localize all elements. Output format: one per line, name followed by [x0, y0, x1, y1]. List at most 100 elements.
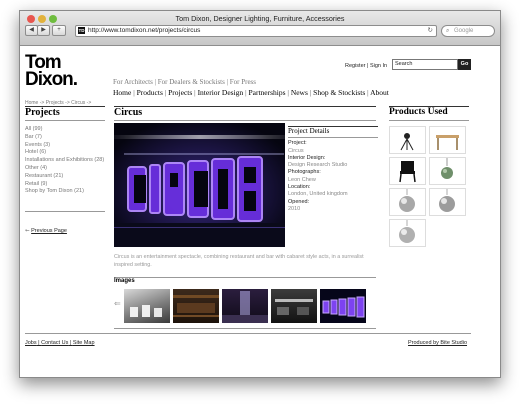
detail-label-photographs: Photographs: [288, 169, 321, 176]
thumbnail-neon-sign-image [322, 296, 365, 318]
main-heading-rule [114, 120, 376, 121]
mirror-ball-icon [399, 220, 415, 243]
nav-news[interactable]: News [291, 88, 308, 97]
product-wooden-table[interactable] [429, 126, 466, 154]
chair-icon [399, 161, 416, 183]
mirror-ball-icon [439, 189, 455, 212]
sign-in-link[interactable]: Sign In [370, 63, 387, 69]
images-top-rule [114, 277, 376, 278]
sidebar-heading: Projects [25, 107, 60, 118]
category-other[interactable]: Other (4) [25, 165, 105, 173]
detail-value-opened: 2010 [288, 205, 301, 212]
products-used-heading: Products Used [389, 107, 448, 117]
nav-interior-design[interactable]: Interior Design [198, 88, 244, 97]
product-mirror-ball-1[interactable] [389, 188, 426, 216]
add-bookmark-button[interactable]: + [52, 25, 66, 36]
product-mirror-ball-2[interactable] [429, 188, 466, 216]
detail-value-project: Circus [288, 147, 304, 154]
tripod-lamp-icon [400, 133, 414, 151]
thumbnail-dining-image [275, 299, 313, 315]
category-restaurant[interactable]: Restaurant (21) [25, 173, 105, 181]
detail-label-project: Project: [288, 140, 307, 147]
main-nav: Home | Products | Projects | Interior De… [113, 88, 389, 97]
category-installations[interactable]: Installations and Exhibitions (28) [25, 157, 105, 165]
images-heading: Images [114, 278, 135, 284]
browser-window: Tom Dixon, Designer Lighting, Furniture,… [19, 10, 501, 378]
web-page: Tom Dixon. Register | Sign In Search Go … [20, 46, 500, 377]
detail-label-interior-design: Interior Design: [288, 154, 326, 161]
search-go-button[interactable]: Go [458, 59, 471, 70]
category-hotel[interactable]: Hotel (6) [25, 149, 105, 157]
project-details-heading: Project Details [288, 127, 330, 135]
nav-partnerships[interactable]: Partnerships [248, 88, 285, 97]
products-heading-rule [389, 120, 469, 121]
sidebar-bottom-rule [25, 211, 105, 212]
register-link[interactable]: Register [345, 63, 365, 69]
detail-value-photographs: Leon Chew [288, 176, 316, 183]
gallery-thumbnail-1[interactable] [124, 289, 170, 323]
hero-project-photo[interactable] [114, 123, 285, 247]
gallery-thumbnail-3[interactable] [222, 289, 268, 323]
nav-for-architects[interactable]: For Architects [113, 78, 153, 86]
main-top-rule [114, 106, 376, 107]
nav-products[interactable]: Products [137, 88, 163, 97]
reload-icon[interactable]: ↻ [428, 26, 433, 36]
browser-search-field[interactable]: ⌕ Google [441, 25, 495, 37]
address-bar[interactable]: TD http://www.tomdixon.net/projects/circ… [75, 25, 437, 37]
product-tripod-lamp[interactable] [389, 126, 426, 154]
account-links: Register | Sign In [345, 63, 388, 69]
nav-shop-stockists[interactable]: Shop & Stockists [313, 88, 365, 97]
image-gallery: ⇐ [114, 287, 376, 325]
detail-label-location: Location: [288, 184, 311, 191]
project-title: Circus [114, 107, 143, 118]
gallery-thumbnail-5[interactable] [320, 289, 366, 323]
footer-sitemap-link[interactable]: Site Map [73, 340, 95, 346]
left-arrow-icon: ⇽ [25, 228, 30, 234]
details-heading-rule [288, 137, 378, 139]
product-mirror-ball-3[interactable] [389, 219, 426, 247]
thumbnail-bar-interior-image [173, 295, 219, 317]
url-text[interactable]: http://www.tomdixon.net/projects/circus [88, 26, 200, 36]
footer-rule [25, 333, 471, 334]
nav-projects[interactable]: Projects [168, 88, 192, 97]
favicon-icon: TD [78, 27, 85, 34]
detail-label-opened: Opened: [288, 198, 310, 205]
project-description: Circus is an entertainment spectacle, co… [114, 254, 364, 268]
previous-page-label: Previous Page [31, 228, 67, 234]
product-black-chair[interactable] [389, 157, 426, 185]
previous-page-link[interactable]: ⇽ Previous Page [25, 228, 67, 234]
product-pendant-lamp[interactable] [429, 157, 466, 185]
logo-line-2: Dixon. [25, 69, 78, 90]
audience-nav: For Architects | For Dealers & Stockists… [113, 78, 257, 86]
footer-jobs-link[interactable]: Jobs [25, 340, 37, 346]
nav-home[interactable]: Home [113, 88, 131, 97]
nav-about[interactable]: About [370, 88, 389, 97]
site-search-input[interactable]: Search [392, 59, 458, 70]
forward-button[interactable]: ▶ [37, 25, 50, 36]
category-shop-by-tom-dixon[interactable]: Shop by Tom Dixon (21) [25, 188, 105, 196]
nav-for-press[interactable]: For Press [230, 78, 256, 86]
details-top-rule [288, 126, 378, 127]
project-category-list: All (99) Bar (7) Events (3) Hotel (6) In… [25, 126, 105, 196]
table-icon [436, 135, 459, 150]
detail-value-interior-design: Design Research Studio [288, 162, 348, 169]
search-icon: ⌕ [446, 28, 450, 34]
category-retail[interactable]: Retail (9) [25, 181, 105, 189]
gallery-thumbnail-4[interactable] [271, 289, 317, 323]
nav-for-dealers[interactable]: For Dealers & Stockists [158, 78, 225, 86]
circus-neon-sign-image [114, 123, 285, 247]
detail-value-location: London, United kingdom [288, 191, 348, 198]
category-events[interactable]: Events (3) [25, 142, 105, 150]
tom-dixon-logo[interactable]: Tom Dixon. [25, 53, 78, 90]
footer-credit-link[interactable]: Produced by Bite Studio [408, 340, 467, 346]
title-bar: Tom Dixon, Designer Lighting, Furniture,… [20, 11, 500, 46]
gallery-prev-icon[interactable]: ⇐ [114, 299, 121, 308]
category-bar[interactable]: Bar (7) [25, 134, 105, 142]
thumbnail-chairs-image [130, 305, 162, 317]
footer-contact-link[interactable]: Contact Us [41, 340, 68, 346]
footer-links: Jobs | Contact Us | Site Map [25, 340, 95, 346]
window-title: Tom Dixon, Designer Lighting, Furniture,… [175, 14, 345, 23]
gallery-thumbnail-2[interactable] [173, 289, 219, 323]
project-details: Project Details Project: Circus Interior… [288, 126, 378, 213]
category-all[interactable]: All (99) [25, 126, 105, 134]
